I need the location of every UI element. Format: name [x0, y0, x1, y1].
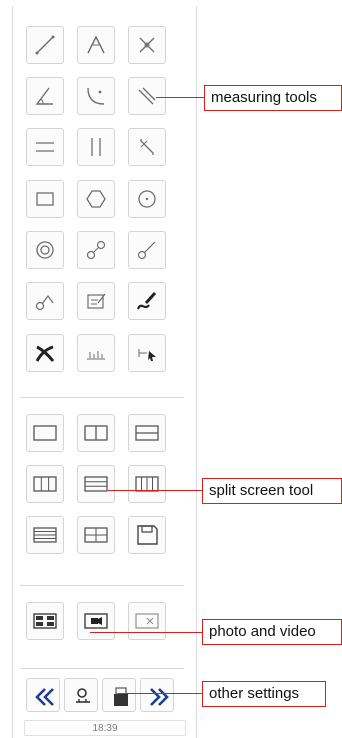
count-tool-button[interactable] — [77, 334, 115, 372]
double-chevron-left-icon — [35, 688, 54, 706]
split-quad-button[interactable] — [77, 516, 115, 554]
circle-line-icon — [137, 241, 156, 260]
arc-tool-button[interactable] — [77, 77, 115, 115]
save-disk-icon — [137, 525, 158, 545]
text-note-icon — [87, 293, 106, 309]
callout-line-measuring — [156, 97, 204, 98]
count-icon — [87, 351, 105, 360]
four-vertical-icon — [135, 476, 159, 492]
split-three-horizontal-button[interactable] — [77, 465, 115, 503]
double-chevron-right-icon — [150, 688, 169, 706]
quad-view-icon — [84, 527, 108, 543]
rectangle-tool-button[interactable] — [26, 180, 64, 218]
split-single-button[interactable] — [26, 414, 64, 452]
split-four-vertical-button[interactable] — [128, 465, 166, 503]
video-off-icon — [135, 613, 159, 629]
circle-center-icon — [138, 190, 156, 208]
angle-measure-tool-button[interactable] — [26, 77, 64, 115]
three-horizontal-icon — [84, 476, 108, 492]
split-two-vertical-button[interactable] — [77, 414, 115, 452]
two-circle-link-icon — [86, 240, 106, 260]
angle-arrow-icon — [87, 35, 105, 54]
vertical-parallel-tool-button[interactable] — [77, 128, 115, 166]
concentric-circle-icon — [36, 241, 54, 259]
callout-split-screen-tool: split screen tool — [202, 478, 342, 504]
angle-arrow-tool-button[interactable] — [77, 26, 115, 64]
cross-distance-icon — [139, 37, 155, 53]
vertical-parallel-icon — [91, 138, 101, 156]
divider — [20, 397, 184, 398]
arc-icon — [87, 87, 105, 105]
delete-x-icon — [35, 345, 55, 362]
expand-right-button[interactable] — [140, 678, 174, 712]
text-note-tool-button[interactable] — [77, 282, 115, 320]
freehand-draw-icon — [136, 291, 157, 310]
callout-measuring-tools: measuring tools — [204, 85, 342, 111]
circle-angle-icon — [35, 294, 54, 311]
callout-line-split — [108, 490, 202, 491]
angle-measure-icon — [35, 87, 53, 105]
hexagon-icon — [86, 190, 106, 208]
storage-button[interactable] — [102, 678, 136, 712]
single-view-icon — [33, 425, 57, 441]
divider — [20, 668, 184, 669]
line-tool-button[interactable] — [26, 26, 64, 64]
callout-other-settings: other settings — [202, 681, 326, 707]
hexagon-tool-button[interactable] — [77, 180, 115, 218]
split-three-vertical-button[interactable] — [26, 465, 64, 503]
video-camera-icon — [84, 613, 108, 629]
three-vertical-icon — [33, 476, 57, 492]
freehand-draw-tool-button[interactable] — [128, 282, 166, 320]
select-pointer-tool-button[interactable] — [128, 334, 166, 372]
zigzag-line-tool-button[interactable] — [128, 128, 166, 166]
circle-center-tool-button[interactable] — [128, 180, 166, 218]
gear-icon — [76, 688, 90, 703]
parallel-distance-tool-button[interactable] — [128, 77, 166, 115]
horizontal-parallel-tool-button[interactable] — [26, 128, 64, 166]
cross-distance-tool-button[interactable] — [128, 26, 166, 64]
concentric-circle-tool-button[interactable] — [26, 231, 64, 269]
split-two-horizontal-button[interactable] — [128, 414, 166, 452]
callout-line-photo — [90, 632, 202, 633]
split-four-horizontal-button[interactable] — [26, 516, 64, 554]
callout-line-settings — [118, 693, 202, 694]
save-layout-button[interactable] — [128, 516, 166, 554]
parallel-distance-icon — [138, 87, 156, 105]
clock-time: 18:39 — [24, 720, 186, 736]
four-horizontal-icon — [33, 527, 57, 543]
collapse-left-button[interactable] — [26, 678, 60, 712]
two-horizontal-icon — [135, 425, 159, 441]
divider — [20, 585, 184, 586]
snapshot-grid-icon — [33, 613, 57, 629]
line-icon — [35, 35, 55, 55]
zigzag-line-icon — [140, 139, 154, 155]
storage-icon — [114, 687, 128, 706]
pointer-icon — [138, 349, 156, 361]
delete-tool-button[interactable] — [26, 334, 64, 372]
rectangle-icon — [36, 192, 54, 206]
video-off-button[interactable] — [128, 602, 166, 640]
two-circle-link-tool-button[interactable] — [77, 231, 115, 269]
circle-line-tool-button[interactable] — [128, 231, 166, 269]
two-vertical-icon — [84, 425, 108, 441]
circle-angle-tool-button[interactable] — [26, 282, 64, 320]
snapshot-grid-button[interactable] — [26, 602, 64, 640]
video-record-button[interactable] — [77, 602, 115, 640]
horizontal-parallel-icon — [36, 142, 54, 152]
settings-gear-button[interactable] — [64, 678, 98, 712]
callout-photo-and-video: photo and video — [202, 619, 342, 645]
